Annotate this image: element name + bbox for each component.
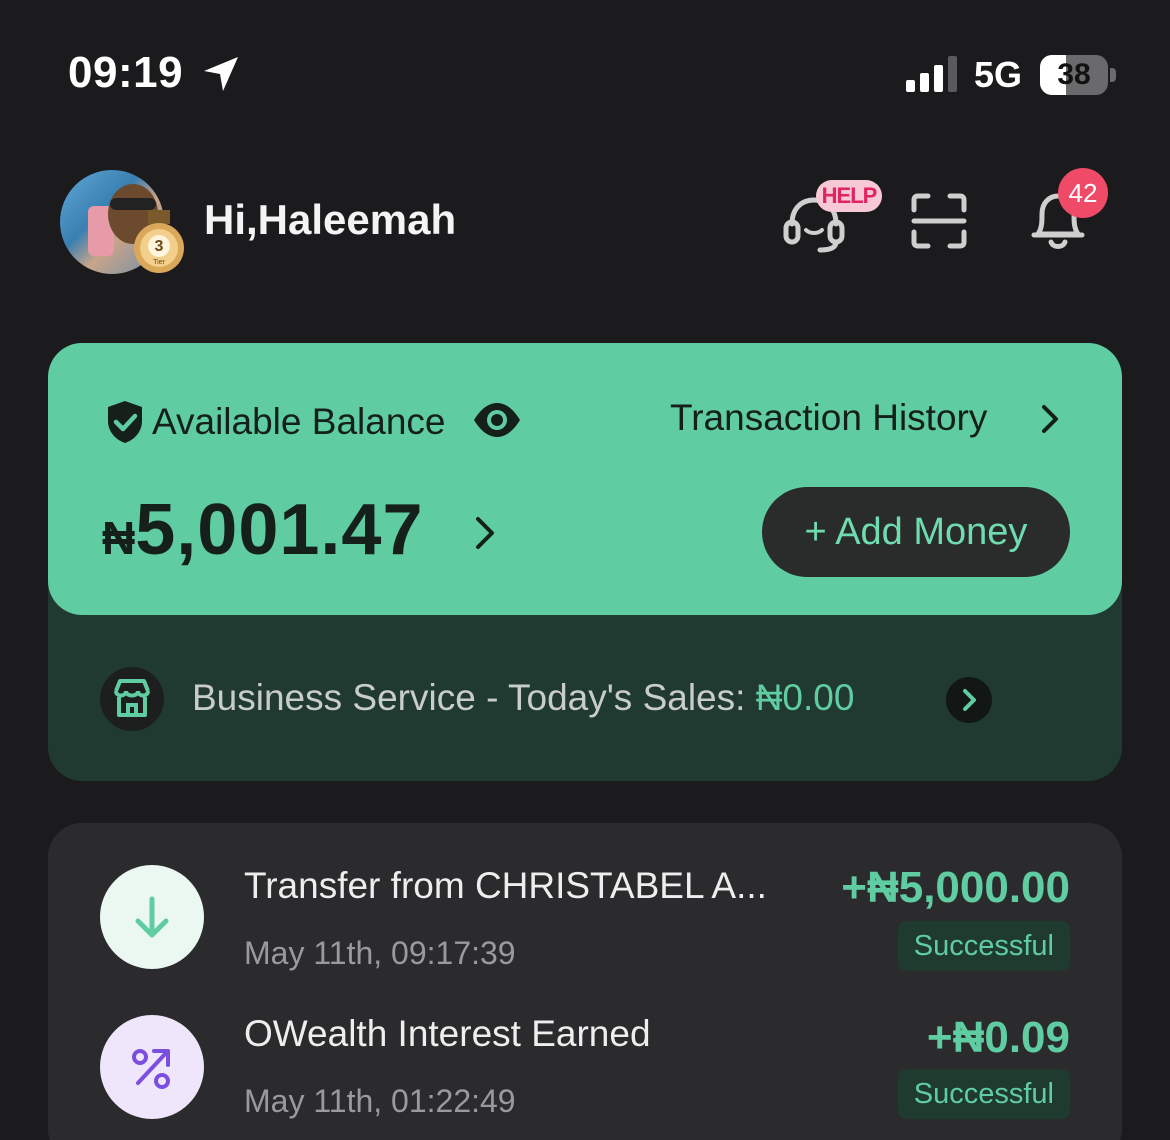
- scan-icon[interactable]: [910, 192, 968, 250]
- help-tag: HELP: [816, 180, 882, 212]
- notification-count-badge: 42: [1058, 168, 1108, 218]
- transaction-history-link[interactable]: Transaction History: [670, 397, 987, 439]
- shield-check-icon: [108, 401, 142, 443]
- business-service-text: Business Service - Today's Sales: ₦0.00: [192, 677, 854, 719]
- balance-amount[interactable]: ₦5,001.47: [102, 489, 424, 571]
- status-bar: 09:19 5G 38: [0, 0, 1170, 150]
- balance-card: Available Balance Transaction History ₦5…: [48, 343, 1122, 615]
- transaction-date: May 11th, 01:22:49: [244, 1083, 516, 1119]
- chevron-right-icon[interactable]: [1038, 401, 1062, 437]
- store-icon: [100, 667, 164, 731]
- business-sales-value: ₦0.00: [755, 677, 855, 718]
- tier-number: 3: [155, 238, 164, 255]
- transaction-date: May 11th, 09:17:39: [244, 935, 516, 971]
- signal-icon: [906, 56, 957, 92]
- tier-medal-icon: 3 Tier: [134, 210, 184, 273]
- battery-body: 38: [1040, 55, 1108, 95]
- chevron-right-icon[interactable]: [946, 677, 992, 723]
- tier-label: Tier: [153, 259, 165, 266]
- status-time: 09:19: [68, 48, 184, 97]
- add-money-button[interactable]: + Add Money: [762, 487, 1070, 577]
- transaction-title: Transfer from CHRISTABEL A...: [244, 865, 767, 906]
- percent-trend-icon: [100, 1015, 204, 1119]
- transaction-title: OWealth Interest Earned: [244, 1013, 651, 1054]
- transaction-row[interactable]: OWealth Interest Earned May 11th, 01:22:…: [48, 997, 1122, 1140]
- transaction-status-badge: Successful: [897, 921, 1070, 971]
- balance-value: 5,001.47: [135, 490, 424, 570]
- transaction-amount: +₦5,000.00: [841, 863, 1070, 912]
- business-service-row[interactable]: Business Service - Today's Sales: ₦0.00: [48, 615, 1122, 781]
- battery-icon: 38: [1040, 55, 1116, 95]
- balance-label: Available Balance: [152, 401, 446, 442]
- balance-chevron-icon[interactable]: [472, 513, 498, 553]
- transaction-status-badge: Successful: [897, 1069, 1070, 1119]
- transaction-amount: +₦0.09: [926, 1013, 1070, 1062]
- business-label: Business Service - Today's Sales:: [192, 677, 746, 718]
- battery-cap: [1110, 68, 1116, 82]
- avatar-glasses-shape: [110, 198, 156, 210]
- transaction-row[interactable]: Transfer from CHRISTABEL A... May 11th, …: [48, 847, 1122, 997]
- help-button[interactable]: HELP: [780, 176, 884, 256]
- location-arrow-icon: [204, 57, 238, 91]
- balance-section: Available Balance Transaction History ₦5…: [48, 343, 1122, 781]
- greeting: Hi,Haleemah: [204, 196, 457, 243]
- app-screen: 09:19 5G 38 3 Tier Hi,Haleemah HELP 42 A…: [0, 0, 1170, 1140]
- arrow-down-icon: [100, 865, 204, 969]
- network-label: 5G: [974, 54, 1023, 95]
- currency-symbol: ₦: [102, 512, 136, 564]
- eye-icon[interactable]: [472, 399, 522, 441]
- battery-percent: 38: [1057, 58, 1091, 91]
- recent-transactions-card: Transfer from CHRISTABEL A... May 11th, …: [48, 823, 1122, 1140]
